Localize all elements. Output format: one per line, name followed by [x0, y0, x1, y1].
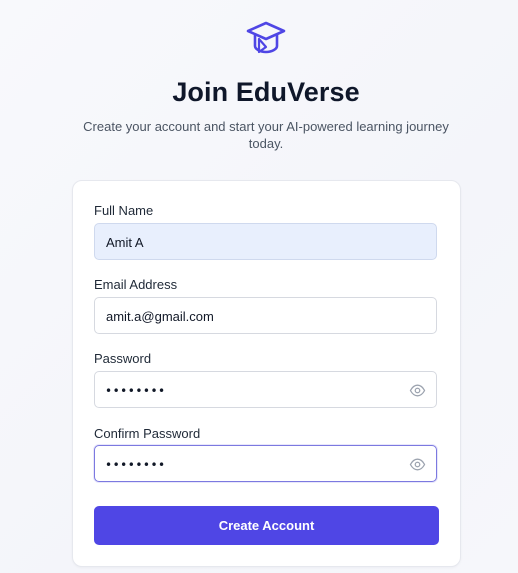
- email-value: amit.a@gmail.com: [106, 309, 214, 324]
- eye-icon[interactable]: [409, 456, 426, 473]
- full-name-value: Amit A: [106, 235, 144, 250]
- full-name-label: Full Name: [94, 203, 154, 218]
- email-input[interactable]: amit.a@gmail.com: [94, 297, 437, 334]
- email-label: Email Address: [94, 277, 178, 292]
- confirm-password-label: Confirm Password: [94, 426, 201, 441]
- eye-icon[interactable]: [409, 382, 426, 399]
- password-input[interactable]: ••••••••: [94, 371, 437, 408]
- create-account-button[interactable]: Create Account: [94, 506, 439, 545]
- page-title: Join EduVerse: [172, 77, 360, 107]
- confirm-password-input[interactable]: ••••••••: [94, 445, 437, 482]
- password-masked-value: ••••••••: [105, 384, 166, 398]
- page-subtitle: Create your account and start your AI-po…: [83, 119, 449, 151]
- full-name-input[interactable]: Amit A: [94, 223, 437, 260]
- password-label: Password: [94, 351, 152, 366]
- graduation-cap-icon: [244, 18, 288, 58]
- confirm-password-masked-value: ••••••••: [105, 458, 166, 472]
- signup-card: Full Name Amit A Email Address amit.a@gm…: [72, 180, 461, 567]
